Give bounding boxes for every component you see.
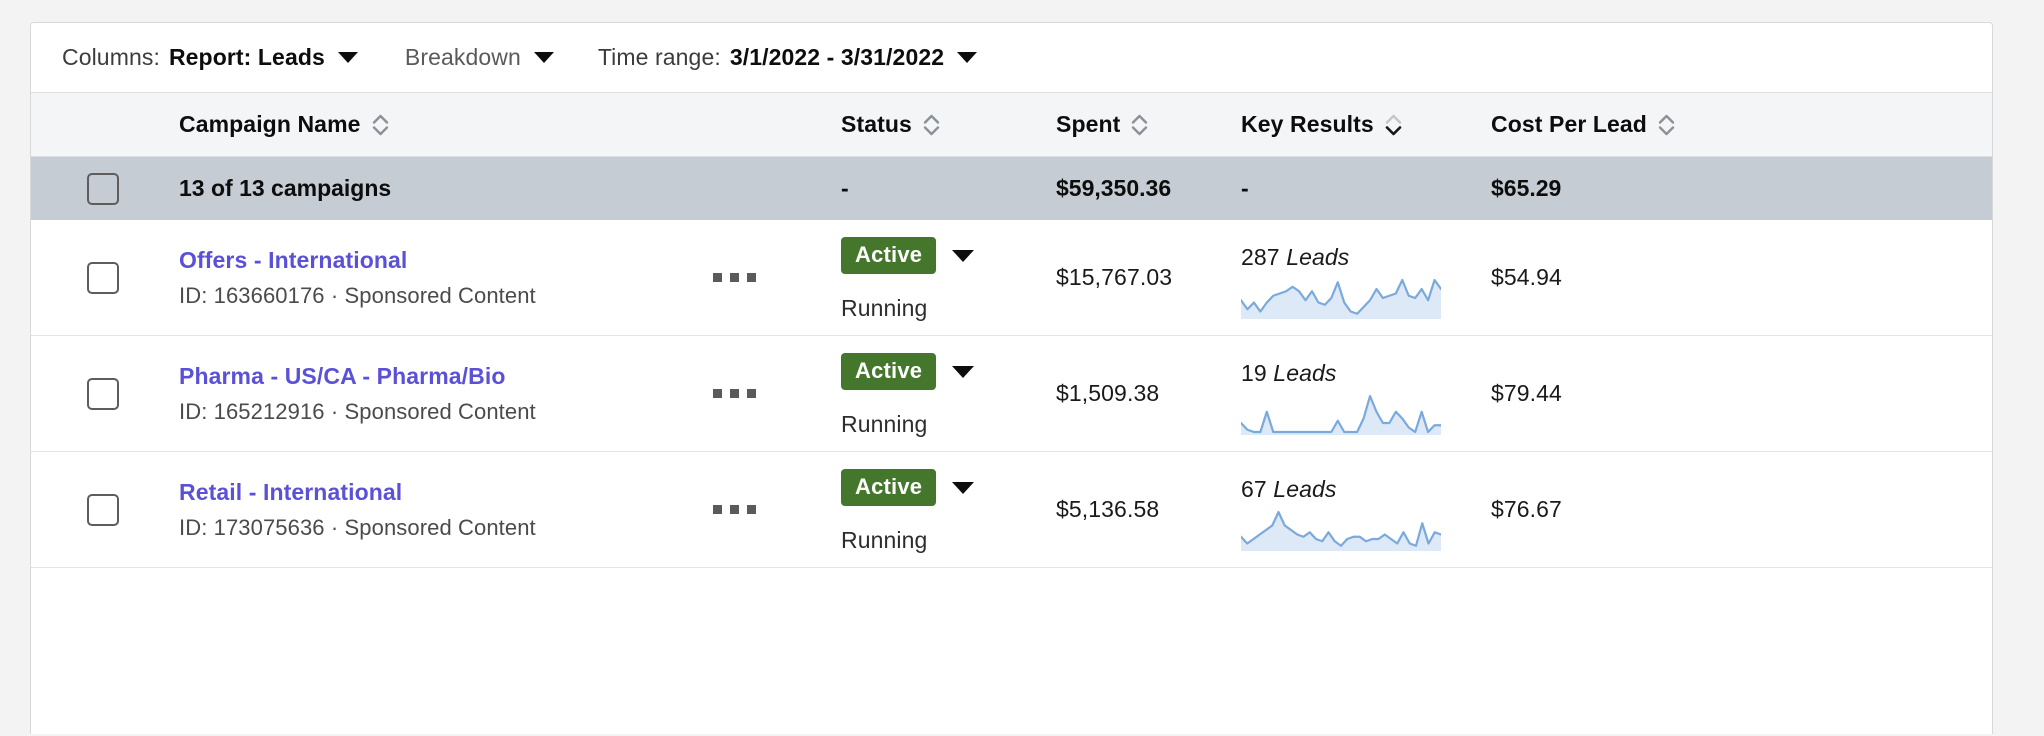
status-cell: Active Running [841,336,1056,451]
time-range-selector[interactable]: Time range: 3/1/2022 - 3/31/2022 [597,44,978,71]
table-row[interactable]: Retail - International ID: 173075636 · S… [31,452,1992,568]
campaign-name-cell: Offers - International ID: 163660176 · S… [179,220,709,335]
status-substatus: Running [841,411,928,438]
column-header-label: Cost Per Lead [1491,111,1647,137]
summary-status: - [841,175,849,201]
campaign-table-card: Columns: Report: Leads Breakdown Time ra… [30,22,1993,734]
status-substatus: Running [841,295,928,322]
key-results-cell: 19 Leads [1241,336,1491,451]
sort-updown-icon[interactable] [1131,113,1148,137]
breakdown-selector[interactable]: Breakdown [405,44,554,71]
table-header-row: Campaign Name Status Spent Key Results C… [31,93,1992,157]
row-select-checkbox[interactable] [87,377,119,410]
column-header-label: Campaign Name [179,111,361,137]
row-actions-cell[interactable] [709,336,841,451]
sort-updown-icon[interactable] [1658,113,1675,137]
row-select-checkbox[interactable] [87,261,119,294]
key-results-cell: 67 Leads [1241,452,1491,567]
chevron-down-icon [533,52,554,63]
key-results-sparkline [1241,277,1441,319]
column-header-campaign-name[interactable]: Campaign Name [179,111,709,138]
campaign-name-link[interactable]: Pharma - US/CA - Pharma/Bio [179,361,536,391]
campaign-name-link[interactable]: Offers - International [179,245,536,275]
summary-campaign-count: 13 of 13 campaigns [179,175,392,201]
row-select-checkbox[interactable] [87,493,119,526]
columns-value: Report: Leads [168,44,325,70]
summary-cost-per-lead: $65.29 [1491,175,1562,201]
time-range-value: 3/1/2022 - 3/31/2022 [729,44,945,70]
time-range-label: Time range: [597,44,721,70]
key-results-value: 19 [1241,360,1267,386]
spent-cell: $5,136.58 [1056,496,1160,522]
status-badge[interactable]: Active [841,236,937,275]
column-header-label: Key Results [1241,111,1374,137]
column-header-label: Status [841,111,912,137]
summary-key-results: - [1241,175,1249,201]
breakdown-label: Breakdown [404,44,521,70]
status-cell: Active Running [841,220,1056,335]
ellipsis-icon[interactable] [709,495,760,524]
column-header-label: Spent [1056,111,1121,137]
column-header-key-results[interactable]: Key Results [1241,111,1491,138]
campaign-name-cell: Retail - International ID: 173075636 · S… [179,452,709,567]
row-actions-cell[interactable] [709,452,841,567]
columns-selector[interactable]: Columns: Report: Leads [62,44,358,71]
chevron-down-icon [957,52,978,63]
row-actions-cell[interactable] [709,220,841,335]
key-results-unit: Leads [1273,476,1337,502]
chevron-down-icon[interactable] [952,249,975,262]
table-summary-row: 13 of 13 campaigns - $59,350.36 - $65.29 [31,157,1992,220]
sort-updown-icon[interactable] [1385,113,1402,137]
status-cell: Active Running [841,452,1056,567]
row-checkbox-cell[interactable] [31,220,179,335]
cost-per-lead-cell: $79.44 [1491,380,1562,406]
campaign-meta: ID: 173075636 · Sponsored Content [179,514,536,540]
table-row[interactable]: Offers - International ID: 163660176 · S… [31,220,1992,336]
campaign-name-cell: Pharma - US/CA - Pharma/Bio ID: 16521291… [179,336,709,451]
key-results-unit: Leads [1273,360,1337,386]
key-results-sparkline [1241,509,1441,551]
chevron-down-icon[interactable] [952,481,975,494]
column-header-status[interactable]: Status [841,111,1056,138]
summary-spent: $59,350.36 [1056,175,1172,201]
columns-label: Columns: [62,44,160,70]
sort-updown-icon[interactable] [923,113,940,137]
ellipsis-icon[interactable] [709,379,760,408]
row-checkbox-cell[interactable] [31,336,179,451]
key-results-sparkline [1241,393,1441,435]
campaign-name-link[interactable]: Retail - International [179,477,536,507]
status-substatus: Running [841,527,928,554]
status-badge[interactable]: Active [841,468,937,507]
chevron-down-icon[interactable] [952,365,975,378]
sort-updown-icon[interactable] [372,113,389,137]
select-all-checkbox[interactable] [87,172,119,205]
cost-per-lead-cell: $54.94 [1491,264,1562,290]
row-checkbox-cell[interactable] [31,452,179,567]
campaign-meta: ID: 163660176 · Sponsored Content [179,282,536,308]
status-badge[interactable]: Active [841,352,937,391]
summary-checkbox-cell[interactable] [31,172,179,205]
spent-cell: $15,767.03 [1056,264,1173,290]
spent-cell: $1,509.38 [1056,380,1160,406]
column-header-cost-per-lead[interactable]: Cost Per Lead [1491,111,1791,138]
ellipsis-icon[interactable] [709,263,760,292]
key-results-cell: 287 Leads [1241,220,1491,335]
key-results-value: 287 [1241,244,1280,270]
campaign-meta: ID: 165212916 · Sponsored Content [179,398,536,424]
key-results-value: 67 [1241,476,1267,502]
column-header-spent[interactable]: Spent [1056,111,1241,138]
cost-per-lead-cell: $76.67 [1491,496,1562,522]
key-results-unit: Leads [1286,244,1350,270]
table-toolbar: Columns: Report: Leads Breakdown Time ra… [31,23,1992,93]
chevron-down-icon [337,52,358,63]
table-row[interactable]: Pharma - US/CA - Pharma/Bio ID: 16521291… [31,336,1992,452]
